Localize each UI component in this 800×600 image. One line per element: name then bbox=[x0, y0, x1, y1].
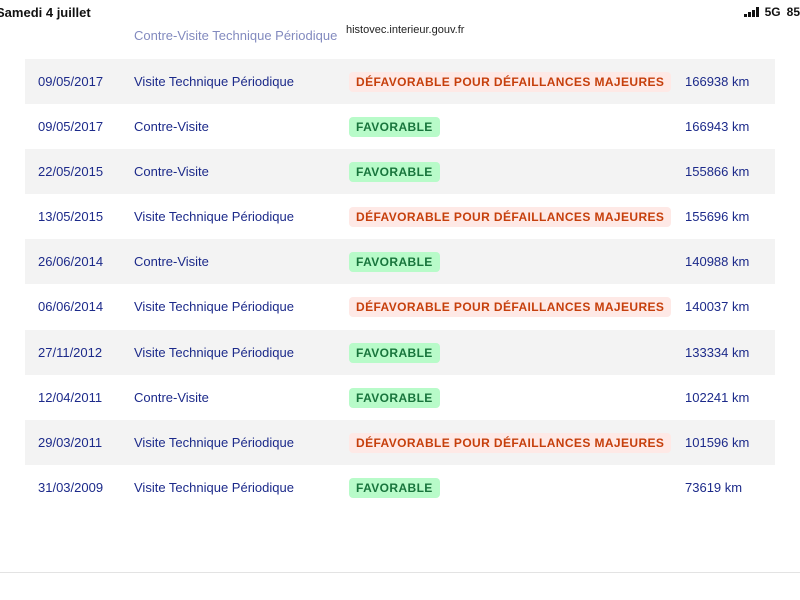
result-badge: FAVORABLE bbox=[349, 342, 440, 363]
inspection-type: Visite Technique Périodique bbox=[134, 209, 294, 224]
address-bar[interactable]: histovec.interieur.gouv.fr bbox=[336, 21, 475, 39]
table-row: 26/06/2014 Contre-Visite FAVORABLE 14098… bbox=[25, 239, 775, 284]
inspection-date: 06/06/2014 bbox=[38, 299, 104, 314]
table-row: 27/11/2012 Visite Technique Périodique F… bbox=[25, 330, 775, 375]
inspection-type: Contre-Visite bbox=[134, 390, 209, 405]
result-badge: DÉFAVORABLE POUR DÉFAILLANCES MAJEURES bbox=[349, 71, 672, 92]
result-badge: FAVORABLE bbox=[349, 116, 440, 137]
result-badge: FAVORABLE bbox=[349, 477, 440, 498]
table-row: 22/05/2015 Contre-Visite FAVORABLE 15586… bbox=[25, 149, 775, 194]
mileage: 140988 km bbox=[685, 254, 750, 269]
table-row: 31/03/2009 Visite Technique Périodique F… bbox=[25, 465, 775, 510]
result-badge: FAVORABLE bbox=[349, 387, 440, 408]
inspection-date: 09/05/2017 bbox=[38, 119, 104, 134]
inspection-type: Visite Technique Périodique bbox=[134, 345, 294, 360]
battery-level: 85 bbox=[786, 5, 800, 19]
mileage: 73619 km bbox=[685, 480, 743, 495]
inspection-date: 31/03/2009 bbox=[38, 480, 104, 495]
inspection-date: 27/11/2012 bbox=[38, 345, 103, 360]
table-row: 12/04/2011 Contre-Visite FAVORABLE 10224… bbox=[25, 375, 775, 420]
table-row: 13/05/2015 Visite Technique Périodique D… bbox=[25, 194, 775, 239]
table-row: 09/05/2017 Visite Technique Périodique D… bbox=[25, 59, 775, 104]
inspection-type: Visite Technique Périodique bbox=[134, 299, 294, 314]
inspection-history-table: Contre-Visite Technique Périodique 09/05… bbox=[0, 0, 800, 573]
status-date: Samedi 4 juillet bbox=[0, 5, 91, 20]
mileage: 155696 km bbox=[685, 209, 750, 224]
inspection-type: Contre-Visite Technique Périodique bbox=[134, 28, 338, 43]
inspection-type: Visite Technique Périodique bbox=[134, 480, 294, 495]
inspection-type: Contre-Visite bbox=[134, 164, 209, 179]
table-row: 29/03/2011 Visite Technique Périodique D… bbox=[25, 420, 775, 465]
table-row: 06/06/2014 Visite Technique Périodique D… bbox=[25, 284, 775, 329]
inspection-type: Visite Technique Périodique bbox=[134, 435, 294, 450]
mileage: 101596 km bbox=[685, 435, 750, 450]
mileage: 166938 km bbox=[685, 74, 750, 89]
inspection-date: 26/06/2014 bbox=[38, 254, 104, 269]
inspection-type: Visite Technique Périodique bbox=[134, 74, 294, 89]
table-row: 09/05/2017 Contre-Visite FAVORABLE 16694… bbox=[25, 104, 775, 149]
result-badge: DÉFAVORABLE POUR DÉFAILLANCES MAJEURES bbox=[349, 206, 672, 227]
inspection-date: 29/03/2011 bbox=[38, 435, 103, 450]
inspection-type: Contre-Visite bbox=[134, 119, 209, 134]
mileage: 102241 km bbox=[685, 390, 750, 405]
inspection-date: 09/05/2017 bbox=[38, 74, 104, 89]
inspection-type: Contre-Visite bbox=[134, 254, 209, 269]
mileage: 133334 km bbox=[685, 345, 750, 360]
mileage: 166943 km bbox=[685, 119, 750, 134]
mileage: 155866 km bbox=[685, 164, 750, 179]
result-badge: DÉFAVORABLE POUR DÉFAILLANCES MAJEURES bbox=[349, 432, 672, 453]
cellular-signal-icon bbox=[743, 7, 759, 17]
inspection-date: 13/05/2015 bbox=[38, 209, 104, 224]
result-badge: FAVORABLE bbox=[349, 251, 440, 272]
result-badge: FAVORABLE bbox=[349, 161, 440, 182]
status-indicators: 5G 85 bbox=[743, 5, 800, 19]
mileage: 140037 km bbox=[685, 299, 750, 314]
inspection-date: 12/04/2011 bbox=[38, 390, 103, 405]
inspection-date: 22/05/2015 bbox=[38, 164, 104, 179]
network-type: 5G bbox=[764, 5, 781, 19]
result-badge: DÉFAVORABLE POUR DÉFAILLANCES MAJEURES bbox=[349, 296, 672, 317]
